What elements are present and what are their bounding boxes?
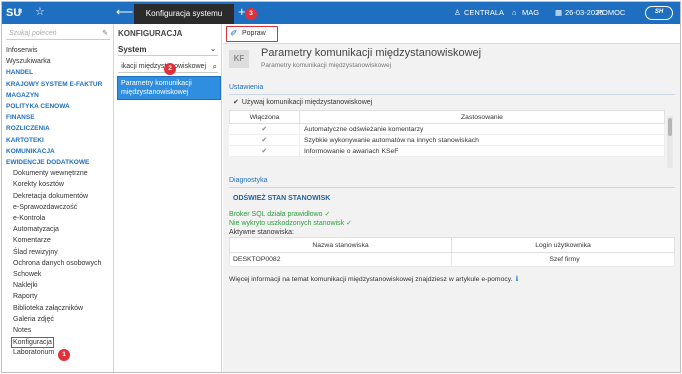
top-bar: SU M ☆ ⟵ Konfiguracja systemu + ♙ CENTRAL…: [2, 2, 680, 24]
page-title: Parametry komunikacji międzystanowiskowe…: [261, 47, 482, 59]
sidebar-item[interactable]: Ochrona danych osobowych: [13, 259, 101, 268]
sidebar-item[interactable]: Notes: [13, 326, 31, 335]
refresh-stations-button[interactable]: ODŚWIEŻ STAN STANOWISK: [233, 195, 330, 202]
result-line: Parametry komunikacji: [121, 80, 192, 87]
favorites-star-icon[interactable]: ☆: [35, 6, 45, 19]
sidebar-item[interactable]: KRAJOWY SYSTEM E-FAKTUR: [6, 80, 102, 89]
sidebar-item[interactable]: Ślad rewizyjny: [13, 248, 58, 257]
sidebar-item[interactable]: KOMUNIKACJA: [6, 147, 55, 156]
station-name: DESKTOP0082: [229, 252, 452, 267]
use-communication-checkbox[interactable]: ✔ Używaj komunikacji międzystanowiskowej: [233, 98, 372, 106]
row-label: Informowanie o awariach KSeF: [299, 145, 665, 157]
command-search-input[interactable]: Szukaj poleceń ✎: [6, 28, 110, 40]
sidebar-item[interactable]: Laboratorium: [13, 348, 54, 357]
row-label: Automatyczne odświeżanie komentarzy: [299, 123, 665, 135]
search-result-item[interactable]: Parametry komunikacji międzystanowiskowe…: [117, 76, 221, 100]
app-window: SU M ☆ ⟵ Konfiguracja systemu + ♙ CENTRAL…: [1, 1, 681, 373]
table-row[interactable]: ✔ Szybkie wykonywanie automatów na innych…: [229, 134, 665, 146]
usage-table: Włączona Zastosowanie ✔ Automatyczne odśw…: [229, 110, 665, 157]
page-subtitle: Parametry komunikacji międzystanowiskowe…: [261, 62, 392, 69]
back-arrow-icon[interactable]: ⟵: [116, 5, 133, 20]
result-line: międzystanowiskowej: [121, 89, 189, 96]
panel-title: KONFIGURACJA: [118, 29, 183, 38]
sidebar-item[interactable]: POLITYKA CENOWA: [6, 102, 70, 111]
settings-section-title: Ustawienia: [229, 84, 264, 91]
search-icon[interactable]: ⌕: [213, 62, 217, 72]
warehouse-label[interactable]: MAG: [522, 8, 539, 18]
sidebar-item[interactable]: EWIDENCJE DODATKOWE: [6, 158, 89, 167]
row-checkmark[interactable]: ✔: [229, 123, 300, 135]
table-row[interactable]: ✔ Automatyczne odświeżanie komentarzy: [229, 123, 665, 135]
sidebar-item[interactable]: Dekretacja dokumentów: [13, 192, 88, 201]
module-badge: KF: [229, 50, 249, 68]
chevron-down-icon: ⌄: [210, 46, 216, 53]
row-label: Szybkie wykonywanie automatów na innych …: [299, 134, 665, 146]
sidebar-item[interactable]: ROZLICZENIA: [6, 124, 50, 133]
sidebar-item[interactable]: KARTOTEKI: [6, 136, 44, 145]
info-icon[interactable]: ℹ: [516, 276, 519, 283]
active-stations-label: Aktywne stanowiska:: [229, 229, 294, 236]
sidebar-item[interactable]: Infoserwis: [6, 46, 38, 55]
sidebar-item[interactable]: e-Sprawozdawczość: [13, 203, 77, 212]
sidebar-item[interactable]: HANDEL: [6, 68, 33, 77]
sidebar-item[interactable]: Biblioteka załączników: [13, 304, 83, 313]
toolbar: ✐ Popraw: [223, 24, 680, 44]
main-content: ✐ Popraw KF Parametry komunikacji międzys…: [223, 24, 680, 372]
broker-status: Broker SQL działa prawidłowo ✓: [229, 211, 331, 218]
sidebar-navigation: Szukaj poleceń ✎ Infoserwis Wyszukiwarka H…: [2, 24, 114, 372]
app-logo[interactable]: SU M: [6, 5, 26, 21]
stations-table: Nazwa stanowiska Login użytkownika DESKT…: [229, 237, 675, 267]
sidebar-item[interactable]: e-Kontrola: [13, 214, 45, 223]
sidebar-item[interactable]: Automatyzacja: [13, 225, 59, 234]
system-select[interactable]: System ⌄: [118, 45, 218, 56]
checkmark-icon: ✔: [233, 99, 239, 106]
stations-status: Nie wykryto uszkodzonych stanowisk ✓: [229, 220, 352, 227]
divider: [229, 187, 675, 188]
sidebar-item[interactable]: Konfiguracja: [11, 337, 54, 349]
step-badge-2: 2: [164, 63, 176, 75]
sidebar-item[interactable]: Korekty kosztów: [13, 180, 64, 189]
search-placeholder: Szukaj poleceń: [9, 30, 57, 37]
table-row[interactable]: DESKTOP0082 Szef firmy: [229, 252, 675, 267]
column-header-login[interactable]: Login użytkownika: [451, 237, 675, 253]
station-login: Szef firmy: [451, 252, 675, 267]
brand-logo: SH: [645, 6, 673, 20]
popraw-button[interactable]: ✐ Popraw: [226, 26, 278, 42]
sidebar-item[interactable]: Komentarze: [13, 236, 51, 245]
sidebar-item[interactable]: FINANSE: [6, 113, 35, 122]
step-badge-1: 1: [58, 349, 70, 361]
column-header-station[interactable]: Nazwa stanowiska: [229, 237, 452, 253]
divider: [229, 94, 675, 95]
column-header-enabled[interactable]: Włączona: [229, 110, 300, 124]
warehouse-icon: ⌂: [512, 8, 517, 17]
company-unit-label[interactable]: CENTRALA: [464, 8, 504, 18]
calendar-icon: ▦: [555, 8, 563, 17]
sidebar-item[interactable]: Wyszukiwarka: [6, 57, 51, 66]
user-group-icon: ♙: [454, 8, 461, 17]
sidebar-item[interactable]: Schowek: [13, 270, 41, 279]
edit-pencil-icon: ✐: [230, 28, 238, 38]
row-checkmark[interactable]: ✔: [229, 134, 300, 146]
sidebar-item[interactable]: MAGAZYN: [6, 91, 39, 100]
scrollbar-thumb[interactable]: [668, 118, 672, 136]
table-row[interactable]: ✔ Informowanie o awariach KSeF: [229, 145, 665, 157]
diagnostics-section-title: Diagnostyka: [229, 177, 268, 184]
table-scrollbar[interactable]: [667, 116, 673, 168]
row-checkmark[interactable]: ✔: [229, 145, 300, 157]
help-info-text: Więcej informacji na temat komunikacji m…: [229, 276, 519, 283]
step-badge-3: 3: [245, 8, 257, 20]
sidebar-item[interactable]: Dokumenty wewnętrzne: [13, 169, 88, 178]
sidebar-item[interactable]: Galeria zdjęć: [13, 315, 54, 324]
help-link[interactable]: POMOC: [597, 8, 625, 18]
sidebar-item[interactable]: Raporty: [13, 292, 38, 301]
tab-konfiguracja-systemu[interactable]: Konfiguracja systemu: [134, 4, 234, 24]
sidebar-item[interactable]: Naklejki: [13, 281, 38, 290]
configuration-panel: KONFIGURACJA System⌄ ikacji międzystanow…: [114, 24, 222, 372]
column-header-usage[interactable]: Zastosowanie: [299, 110, 665, 124]
pin-icon[interactable]: ✎: [102, 29, 108, 37]
